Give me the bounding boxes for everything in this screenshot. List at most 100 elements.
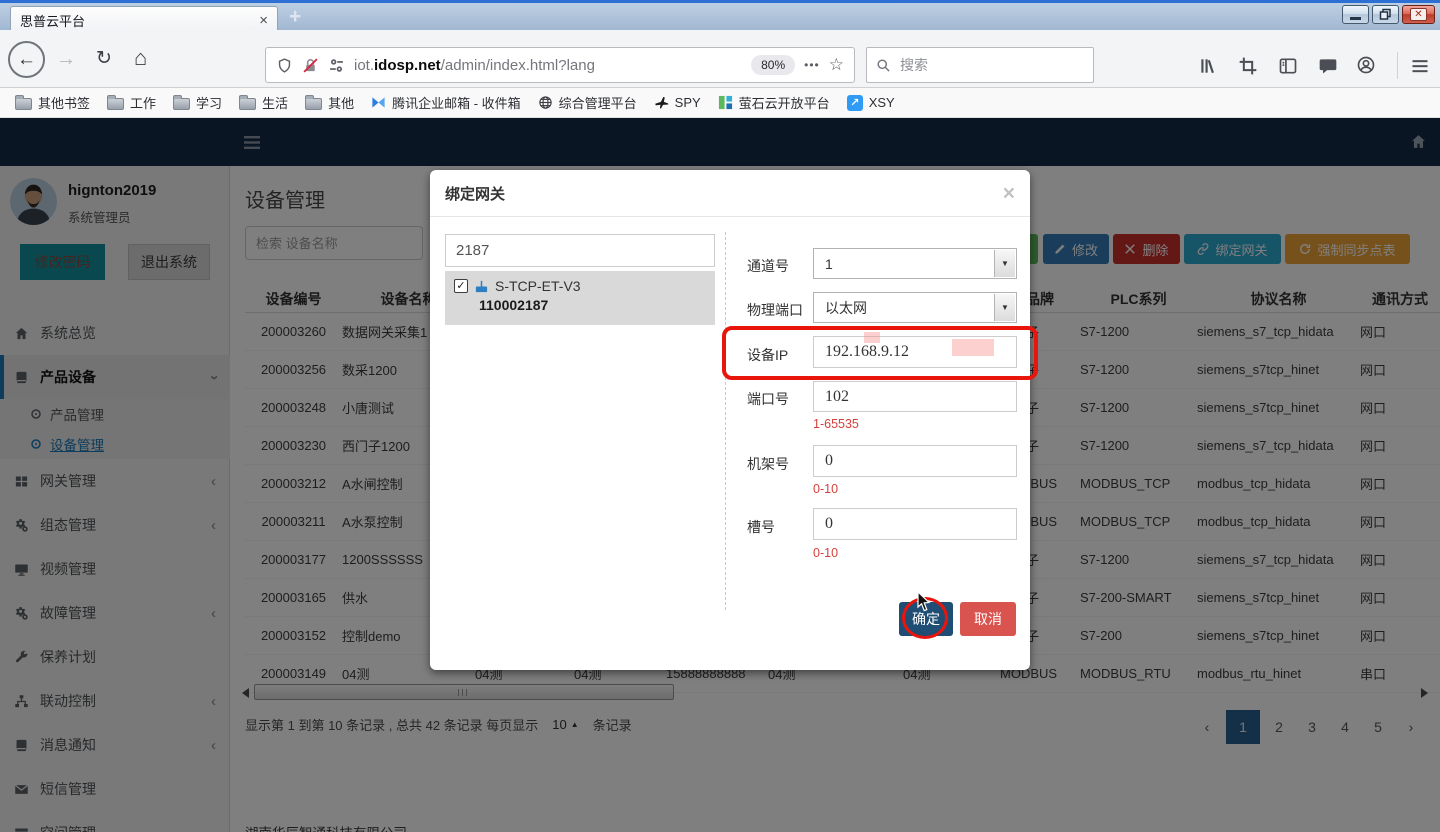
bookmark-folder[interactable]: 生活 [232,91,295,114]
new-tab-button[interactable]: + [289,5,301,29]
channel-value: 1 [825,256,833,272]
port-type-select[interactable]: 以太网 ▼ [813,292,1017,323]
url-text[interactable]: iot.idosp.net/admin/index.html?lang [354,57,742,74]
dropdown-caret-icon[interactable]: ▼ [994,250,1015,277]
screenshot-root: 思普云平台 × + ✕ ← → ↻ ⌂ iot.idosp.net/admin/… [0,0,1440,832]
port-hint: 1-65535 [813,417,859,431]
browser-search-input[interactable] [898,56,1084,74]
close-icon: ✕ [1410,8,1426,21]
annotation-ip-highlight-box [722,326,1038,380]
bookmarks-bar: 其他书签 工作 学习 生活 其他 腾讯企业邮箱 - 收件箱 综合管理平台 SPY… [0,88,1440,118]
screenshot-crop-icon[interactable] [1238,56,1258,76]
bookmark-label: 学习 [196,93,222,112]
cancel-button[interactable]: 取消 [960,602,1016,636]
folder-icon [239,98,256,110]
dropdown-caret-icon[interactable]: ▼ [994,294,1015,321]
tab-title: 思普云平台 [20,11,85,30]
url-bar[interactable]: iot.idosp.net/admin/index.html?lang 80% … [265,47,855,83]
bookmark-site-mail[interactable]: 腾讯企业邮箱 - 收件箱 [364,91,528,114]
ys7-icon [718,95,733,110]
url-host-prefix: iot. [354,57,374,74]
tab-close-icon[interactable]: × [259,13,268,28]
modal-header: 绑定网关 × [430,170,1030,217]
url-path: /admin/index.html?lang [441,57,595,74]
gateway-name: S-TCP-ET-V3 [495,278,581,294]
slot-hint: 0-10 [813,546,838,560]
channel-select[interactable]: 1 ▼ [813,248,1017,279]
bookmark-label: 工作 [130,93,156,112]
port-type-label: 物理端口 [747,300,803,320]
zoom-level-badge[interactable]: 80% [751,55,795,75]
gateway-filter-input[interactable] [445,234,715,267]
forward-button[interactable]: → [56,48,76,71]
port-number-input[interactable] [813,381,1017,412]
insecure-lock-icon[interactable] [302,57,319,74]
window-close-button[interactable]: ✕ [1402,5,1435,24]
search-icon [876,58,891,73]
bookmark-site-ys7[interactable]: 萤石云开放平台 [711,91,837,114]
bookmark-star-icon[interactable]: ☆ [829,55,844,75]
slot-label: 槽号 [747,517,775,537]
gateway-device-icon [474,279,489,294]
url-fade [708,57,742,74]
window-minimize-button[interactable] [1342,5,1369,24]
bookmark-folder[interactable]: 其他书签 [8,91,97,114]
url-host: idosp.net [374,57,441,74]
modal-title: 绑定网关 [445,183,505,204]
bookmark-label: 其他书签 [38,93,90,112]
bookmark-label: XSY [869,95,895,110]
modal-divider [725,232,726,610]
port-type-value: 以太网 [825,298,867,318]
browser-home-button[interactable]: ⌂ [134,45,147,71]
window-restore-button[interactable] [1372,5,1399,24]
bookmark-site-admin[interactable]: 综合管理平台 [531,91,644,114]
rack-label: 机架号 [747,454,789,474]
permissions-icon[interactable] [328,57,345,74]
channel-label: 通道号 [747,256,789,276]
bookmark-label: SPY [675,95,701,110]
window-titlebar: 思普云平台 × + ✕ [0,0,1440,30]
page-actions-icon[interactable]: ••• [804,58,820,72]
modal-close-icon[interactable]: × [1003,183,1015,204]
restore-icon [1379,8,1392,21]
chat-bubble-icon[interactable] [1318,56,1338,76]
bind-gateway-modal: 绑定网关 × ✓ S-TCP-ET-V3 110002187 通道号 1 ▼ 物… [430,170,1030,670]
minimize-icon [1350,17,1361,20]
browser-search-box[interactable] [866,47,1094,83]
bookmark-label: 腾讯企业邮箱 - 收件箱 [392,93,521,112]
bookmark-label: 综合管理平台 [559,93,637,112]
folder-icon [305,98,322,110]
menu-hamburger-icon[interactable] [1410,56,1430,76]
bookmark-label: 生活 [262,93,288,112]
rack-input[interactable] [813,445,1017,477]
bookmark-label: 萤石云开放平台 [739,93,830,112]
sidebars-icon[interactable] [1278,56,1298,76]
bookmark-folder[interactable]: 其他 [298,91,361,114]
shield-icon[interactable] [276,57,293,74]
folder-icon [173,98,190,110]
xsy-icon: ↗ [847,95,863,111]
bookmark-label: 其他 [328,93,354,112]
mouse-cursor-icon [917,592,931,612]
bookmark-folder[interactable]: 学习 [166,91,229,114]
tencent-mail-icon [371,95,386,110]
browser-tab[interactable]: 思普云平台 × [10,6,278,33]
globe-icon [538,95,553,110]
gateway-list-item[interactable]: ✓ S-TCP-ET-V3 110002187 [445,271,715,325]
plane-icon [654,95,669,110]
checkbox-checked-icon[interactable]: ✓ [454,279,468,293]
bookmark-site-xsy[interactable]: ↗ XSY [840,93,902,113]
rack-hint: 0-10 [813,482,838,496]
reload-button[interactable]: ↻ [96,47,112,70]
account-icon[interactable] [1356,55,1376,75]
folder-icon [15,98,32,110]
gateway-code: 110002187 [479,297,706,313]
folder-icon [107,98,124,110]
library-icon[interactable] [1198,56,1218,76]
toolbar-divider [1397,52,1398,79]
port-number-label: 端口号 [747,389,789,409]
back-button[interactable]: ← [8,41,45,78]
bookmark-site-spy[interactable]: SPY [647,93,708,112]
slot-input[interactable] [813,508,1017,540]
bookmark-folder[interactable]: 工作 [100,91,163,114]
